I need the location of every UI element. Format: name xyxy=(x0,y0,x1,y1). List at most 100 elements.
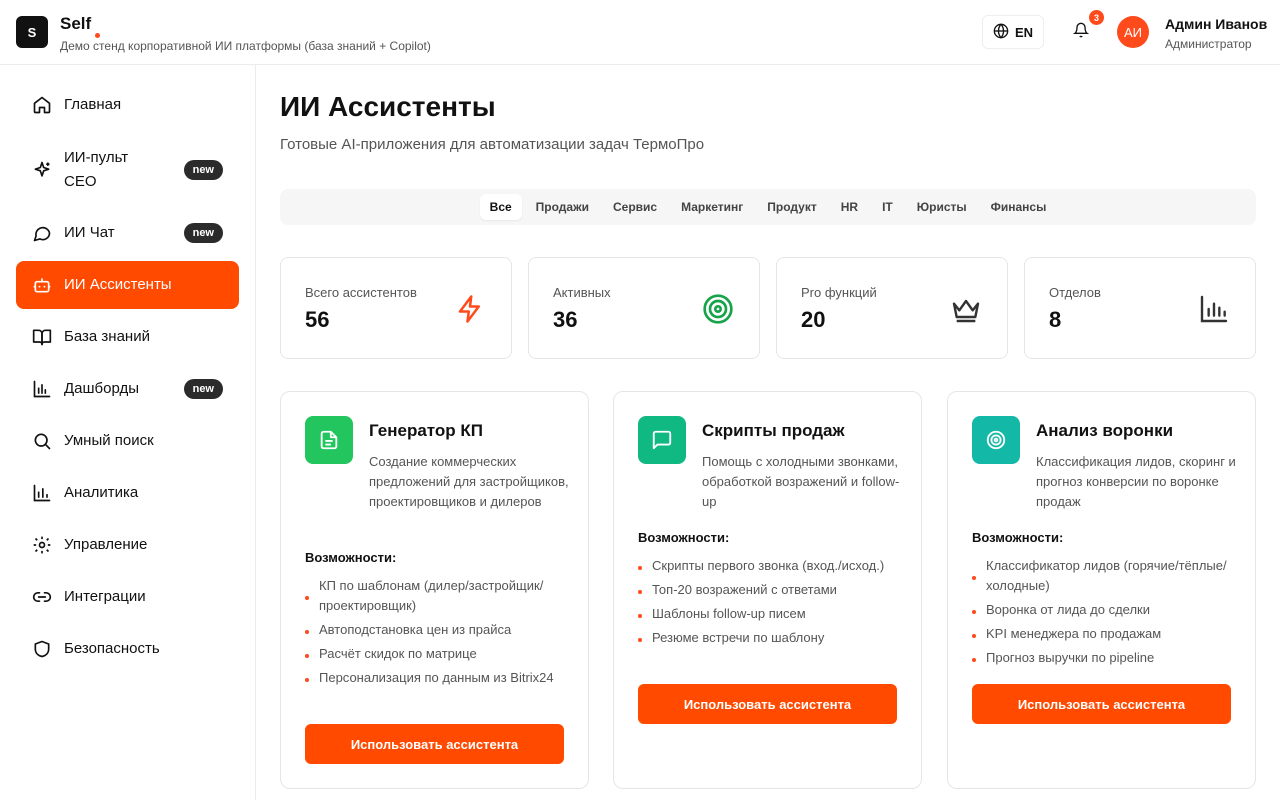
sidebar-item-label: ИИ-пульт CEO xyxy=(64,149,129,190)
sidebar-item-dashboards[interactable]: Дашборды new xyxy=(16,365,239,413)
sidebar-item-label: Аналитика xyxy=(64,484,139,501)
features-list: Классификатор лидов (горячие/тёплые/холо… xyxy=(972,556,1240,672)
features-heading: Возможности: xyxy=(972,530,1064,545)
sidebar-item-label: ИИ Ассистенты xyxy=(64,276,172,293)
feature-item: Автоподстановка цен из прайса xyxy=(305,620,573,640)
sidebar-item-security[interactable]: Безопасность xyxy=(16,625,239,673)
assistant-description: Классификация лидов, скоринг и прогноз к… xyxy=(1036,454,1236,509)
feature-item: Шаблоны follow-up писем xyxy=(638,604,906,624)
stat-label: Всего ассистентов xyxy=(305,285,417,300)
filter-tab-marketing[interactable]: Маркетинг xyxy=(671,194,753,220)
page-subtitle: Готовые AI-приложения для автоматизации … xyxy=(280,136,705,153)
stat-label: Pro функций xyxy=(801,285,877,300)
filter-tab-lawyers[interactable]: Юристы xyxy=(907,194,977,220)
feature-item: KPI менеджера по продажам xyxy=(972,624,1240,644)
document-icon xyxy=(305,416,353,464)
lightning-icon xyxy=(453,292,487,326)
user-name[interactable]: Админ Иванов xyxy=(1165,16,1267,32)
top-header: S Self Демо стенд корпоративной ИИ платф… xyxy=(0,0,1280,65)
sidebar-item-label: Главная xyxy=(64,96,122,113)
app-subtitle: Демо стенд корпоративной ИИ платформы (б… xyxy=(60,39,431,53)
feature-item: Топ-20 возражений с ответами xyxy=(638,580,906,600)
filter-tab-product[interactable]: Продукт xyxy=(757,194,826,220)
filter-tab-service[interactable]: Сервис xyxy=(603,194,667,220)
filter-tab-sales[interactable]: Продажи xyxy=(526,194,599,220)
message-square-icon xyxy=(638,416,686,464)
new-badge: new xyxy=(183,379,223,399)
sparkles-icon xyxy=(32,160,52,180)
assistant-card-kp-generator: Генератор КП Создание коммерческих предл… xyxy=(280,391,589,789)
features-list: Скрипты первого звонка (вход./исход.) То… xyxy=(638,556,906,652)
stat-value: 20 xyxy=(801,307,826,332)
sidebar-item-label: Управление xyxy=(64,536,148,553)
feature-item: КП по шаблонам (дилер/застройщик/проекти… xyxy=(305,576,573,616)
sidebar-item-smart-search[interactable]: Умный поиск xyxy=(16,417,239,465)
user-avatar[interactable]: АИ xyxy=(1117,16,1149,48)
sidebar-item-label: Дашборды xyxy=(64,380,139,397)
feature-item: Прогноз выручки по pipeline xyxy=(972,648,1240,668)
use-assistant-button[interactable]: Использовать ассистента xyxy=(972,684,1231,724)
globe-icon xyxy=(993,22,1009,42)
stat-value: 8 xyxy=(1049,307,1062,332)
bar-chart-icon xyxy=(32,379,52,399)
sidebar-item-knowledge-base[interactable]: База знаний xyxy=(16,313,239,361)
feature-item: Расчёт скидок по матрице xyxy=(305,644,573,664)
stat-card-pro-features: Pro функций 20 xyxy=(776,257,1008,359)
filter-tab-all[interactable]: Все xyxy=(479,194,522,220)
user-role: Администратор xyxy=(1165,37,1252,51)
sidebar: Главная ИИ-пульт CEO new ИИ Чат new ИИ А… xyxy=(0,65,256,800)
filter-tab-hr[interactable]: HR xyxy=(831,194,868,220)
assistant-description: Помощь с холодными звонками, обработкой … xyxy=(702,454,900,509)
target-icon xyxy=(972,416,1020,464)
new-badge: new xyxy=(183,160,223,180)
app-title: Self xyxy=(60,14,92,33)
sidebar-item-ai-assistants[interactable]: ИИ Ассистенты xyxy=(16,261,239,309)
feature-item: Скрипты первого звонка (вход./исход.) xyxy=(638,556,906,576)
filter-tab-finance[interactable]: Финансы xyxy=(981,194,1057,220)
gear-icon xyxy=(32,535,52,555)
book-icon xyxy=(32,327,52,347)
feature-item: Персонализация по данным из Bitrix24 xyxy=(305,668,573,688)
sidebar-item-label: Умный поиск xyxy=(64,432,154,449)
use-assistant-button[interactable]: Использовать ассистента xyxy=(305,724,564,764)
home-icon xyxy=(32,95,52,115)
sidebar-item-home[interactable]: Главная xyxy=(16,81,239,129)
stat-card-departments: Отделов 8 xyxy=(1024,257,1256,359)
sidebar-item-analytics[interactable]: Аналитика xyxy=(16,469,239,517)
use-assistant-button[interactable]: Использовать ассистента xyxy=(638,684,897,724)
sidebar-item-label: Безопасность xyxy=(64,640,160,657)
chat-bubble-icon xyxy=(32,223,52,243)
sidebar-item-management[interactable]: Управление xyxy=(16,521,239,569)
stat-value: 36 xyxy=(553,307,578,332)
bar-chart-icon xyxy=(1197,292,1231,326)
bot-icon xyxy=(32,275,52,295)
sidebar-item-ceo-console[interactable]: ИИ-пульт CEO new xyxy=(16,142,239,198)
stat-label: Активных xyxy=(553,285,611,300)
notifications-count-badge: 3 xyxy=(1089,10,1104,25)
filter-tab-it[interactable]: IT xyxy=(872,194,903,220)
feature-item: Классификатор лидов (горячие/тёплые/холо… xyxy=(972,556,1240,596)
sidebar-item-label: ИИ Чат xyxy=(64,224,115,241)
assistant-description: Создание коммерческих предложений для за… xyxy=(369,454,569,509)
stat-label: Отделов xyxy=(1049,285,1101,300)
shield-icon xyxy=(32,639,52,659)
stat-card-active: Активных 36 xyxy=(528,257,760,359)
page-title: ИИ Ассистенты xyxy=(280,91,496,122)
stat-card-total-assistants: Всего ассистентов 56 xyxy=(280,257,512,359)
assistant-card-funnel-analysis: Анализ воронки Классификация лидов, скор… xyxy=(947,391,1256,789)
analytics-icon xyxy=(32,483,52,503)
language-switcher-button[interactable]: EN xyxy=(982,15,1044,49)
feature-item: Резюме встречи по шаблону xyxy=(638,628,906,648)
stat-value: 56 xyxy=(305,307,330,332)
app-title-dot xyxy=(95,33,100,38)
feature-item: Воронка от лида до сделки xyxy=(972,600,1240,620)
app-logo[interactable]: S xyxy=(16,16,48,48)
features-heading: Возможности: xyxy=(305,550,397,565)
link-icon xyxy=(32,587,52,607)
assistant-title: Скрипты продаж xyxy=(702,421,845,440)
sidebar-item-ai-chat[interactable]: ИИ Чат new xyxy=(16,209,239,257)
sidebar-item-integrations[interactable]: Интеграции xyxy=(16,573,239,621)
assistant-card-sales-scripts: Скрипты продаж Помощь с холодными звонка… xyxy=(613,391,922,789)
category-filter-bar: Все Продажи Сервис Маркетинг Продукт HR … xyxy=(280,189,1256,225)
assistant-title: Генератор КП xyxy=(369,421,483,440)
